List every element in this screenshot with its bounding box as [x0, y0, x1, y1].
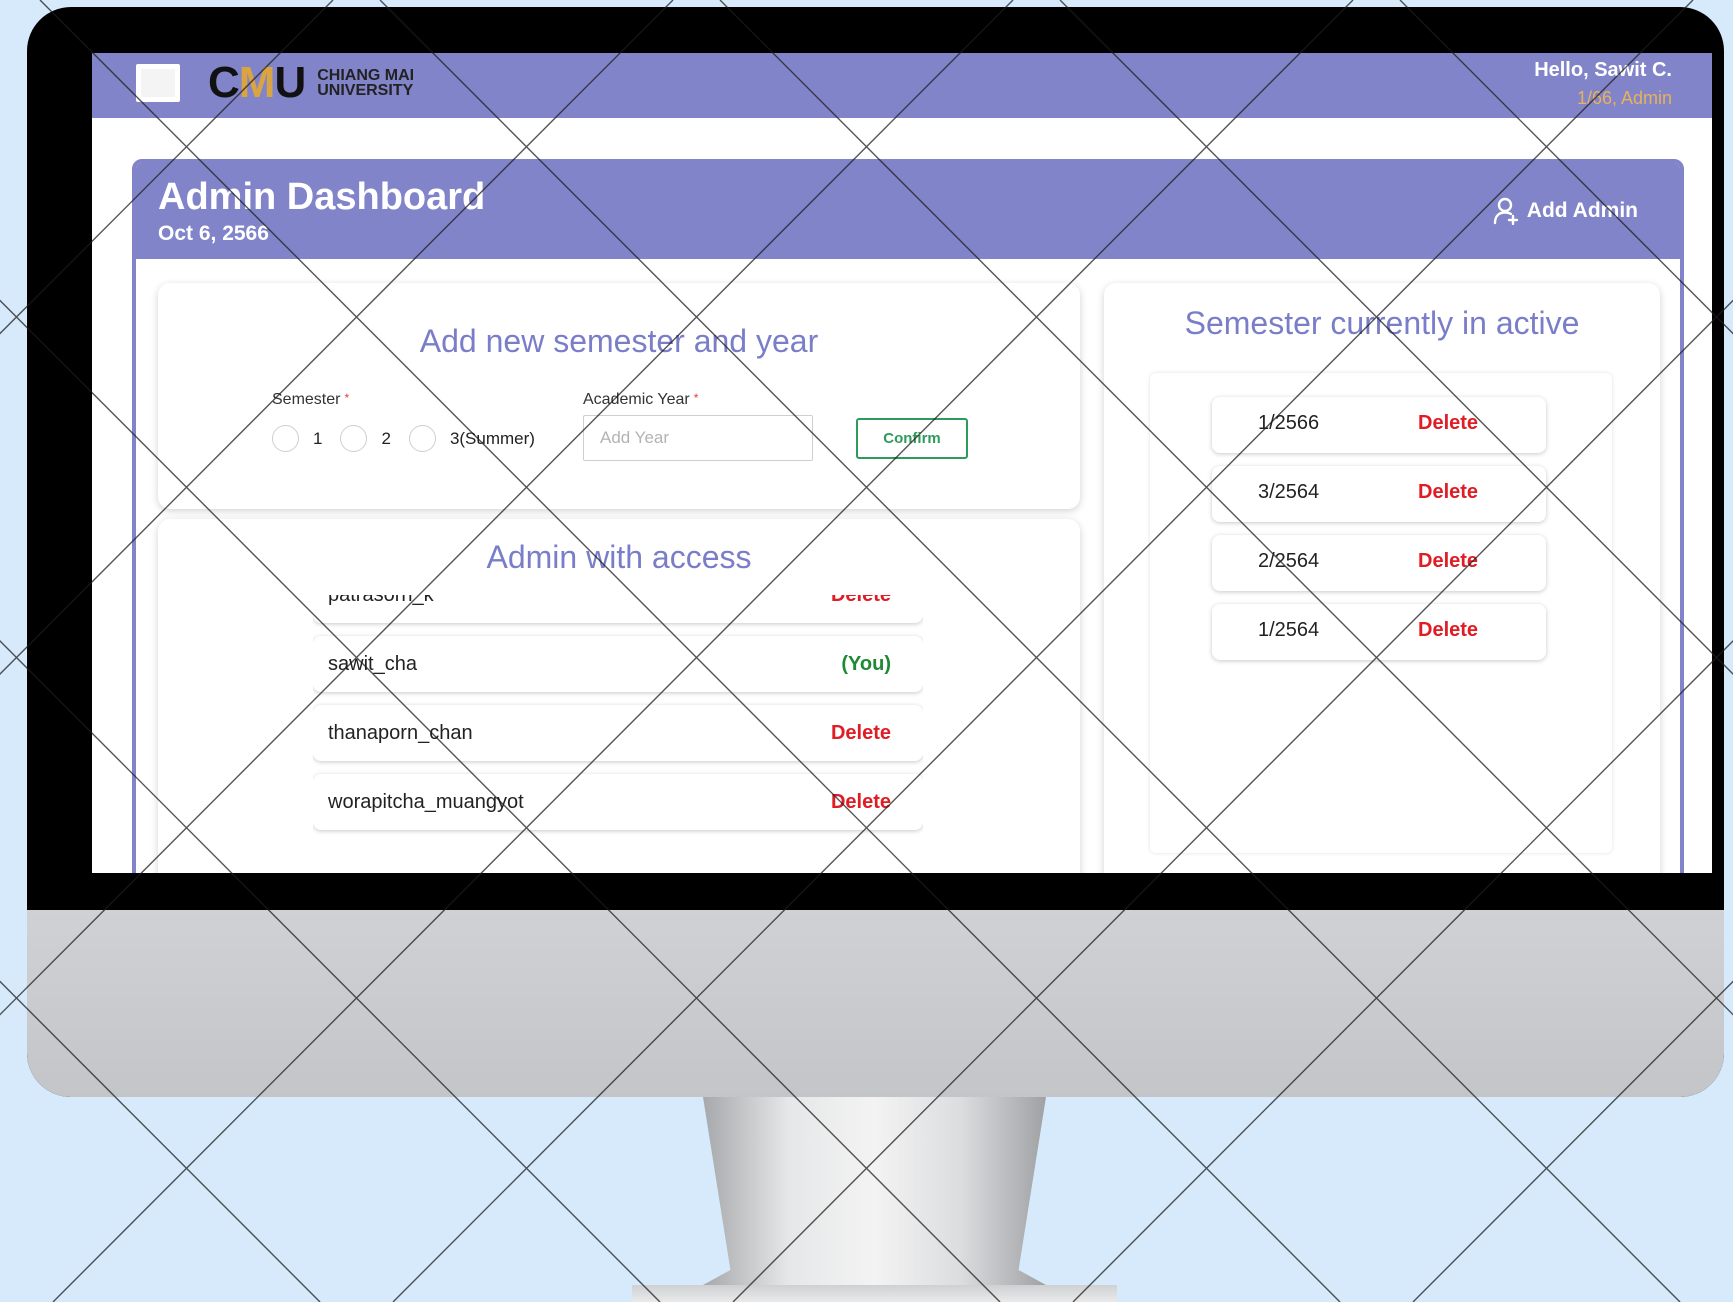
- add-user-icon: [1493, 197, 1518, 225]
- semester-value: 1/2564: [1258, 619, 1320, 641]
- user-role: 1/66, Admin: [1576, 88, 1672, 108]
- admin-access-title: Admin with access: [486, 539, 752, 575]
- semester-label: Semester *: [272, 391, 350, 408]
- top-bar: CMU CHIANG MAI UNIVERSITY Hello, Sawit C…: [92, 53, 1712, 118]
- delete-semester-button[interactable]: Delete: [1418, 619, 1478, 642]
- radio-button[interactable]: [408, 425, 436, 452]
- admin-row: patrasorn_k Delete: [313, 595, 923, 623]
- delete-semester-button[interactable]: Delete: [1418, 412, 1478, 435]
- semester-option-2[interactable]: 2: [340, 425, 391, 452]
- admin-dashboard: Admin Dashboard Oct 6, 2566 Add Admin Ad…: [132, 159, 1684, 873]
- admin-username: sawit_cha: [328, 652, 417, 675]
- admin-username: worapitcha_muangyot: [328, 790, 524, 813]
- add-admin-button[interactable]: Add Admin: [1493, 197, 1638, 225]
- cmu-logo: CMU CHIANG MAI UNIVERSITY: [208, 61, 414, 105]
- logo-mark: CMU: [208, 58, 306, 107]
- radio-button[interactable]: [340, 425, 368, 452]
- delete-semester-button[interactable]: Delete: [1418, 481, 1478, 504]
- page-date: Oct 6, 2566: [158, 222, 269, 245]
- delete-admin-button[interactable]: Delete: [831, 791, 891, 814]
- delete-admin-button[interactable]: Delete: [831, 595, 891, 607]
- dashboard-header: Admin Dashboard Oct 6, 2566 Add Admin: [136, 163, 1680, 259]
- semester-option-1[interactable]: 1: [272, 425, 322, 452]
- user-greeting: Hello, Sawit C.: [1534, 59, 1672, 81]
- you-badge: (You): [841, 652, 891, 675]
- semester-row: 1/2564 Delete: [1212, 604, 1546, 660]
- add-admin-label: Add Admin: [1526, 199, 1638, 222]
- admin-row: thanaporn_chan Delete: [313, 705, 923, 761]
- admin-row: worapitcha_muangyot Delete: [313, 774, 923, 830]
- admin-access-card: Admin with access patrasorn_k Delete saw…: [158, 519, 1080, 873]
- semester-value: 2/2564: [1258, 550, 1320, 572]
- semester-value: 3/2564: [1258, 481, 1320, 503]
- logo-text: CHIANG MAI UNIVERSITY: [317, 67, 415, 99]
- monitor-chin: [27, 910, 1724, 1097]
- user-info[interactable]: Hello, Sawit C. 1/66, Admin: [1534, 57, 1672, 113]
- active-semester-title: Semester currently in active: [1184, 305, 1580, 341]
- semester-row: 1/2566 Delete: [1212, 397, 1546, 453]
- admin-username: thanaporn_chan: [328, 721, 473, 744]
- app-screen: CMU CHIANG MAI UNIVERSITY Hello, Sawit C…: [92, 53, 1712, 873]
- admin-username: patrasorn_k: [328, 595, 434, 607]
- active-semester-list: 1/2566 Delete 3/2564 Delete 2/2564 Delet…: [1150, 373, 1612, 853]
- admin-row: sawit_cha (You): [313, 636, 923, 692]
- page-title: Admin Dashboard: [158, 176, 486, 218]
- semester-value: 1/2566: [1258, 412, 1320, 434]
- delete-admin-button[interactable]: Delete: [831, 722, 891, 745]
- logo-line-2: UNIVERSITY: [317, 82, 414, 99]
- monitor-frame: CMU CHIANG MAI UNIVERSITY Hello, Sawit C…: [27, 7, 1724, 1097]
- monitor-stand-base: [632, 1285, 1117, 1302]
- academic-year-label: Academic Year *: [583, 391, 699, 408]
- monitor-stand: [703, 1097, 1046, 1285]
- semester-row: 2/2564 Delete: [1212, 535, 1546, 591]
- delete-semester-button[interactable]: Delete: [1418, 550, 1478, 573]
- active-semester-card: Semester currently in active 1/2566 Dele…: [1104, 283, 1660, 873]
- sidebar-toggle-icon[interactable]: [136, 64, 180, 102]
- admin-list[interactable]: patrasorn_k Delete sawit_cha (You) thana…: [313, 595, 923, 873]
- add-semester-title: Add new semester and year: [419, 323, 819, 359]
- radio-button[interactable]: [272, 425, 299, 452]
- semester-radio-group: 1 2 3(Summer): [272, 425, 553, 452]
- semester-option-3[interactable]: 3(Summer): [408, 425, 535, 452]
- confirm-button[interactable]: Confirm: [856, 418, 968, 459]
- academic-year-input[interactable]: [583, 415, 813, 461]
- logo-line-1: CHIANG MAI: [317, 67, 415, 84]
- semester-row: 3/2564 Delete: [1212, 466, 1546, 522]
- add-semester-card: Add new semester and year Semester * 1 2 …: [158, 283, 1080, 509]
